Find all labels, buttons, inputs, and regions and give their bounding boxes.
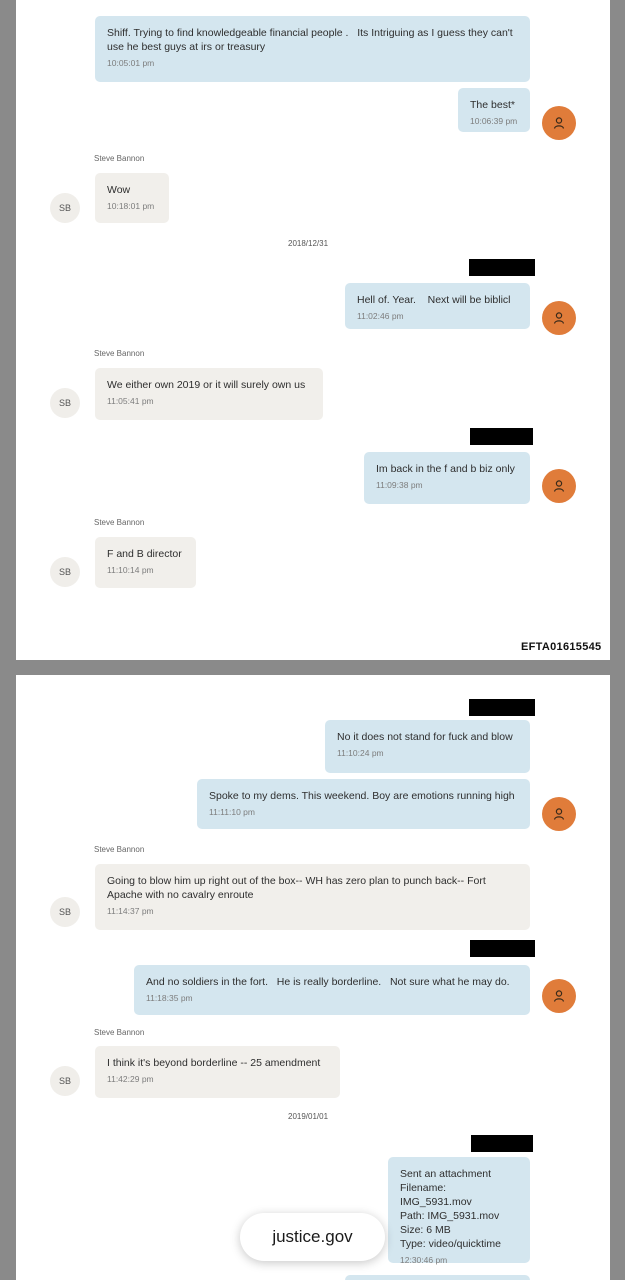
message-time: 11:09:38 pm: [376, 480, 423, 490]
avatar: SB: [50, 897, 80, 927]
document-page-2: No it does not stand for fuck and blow 1…: [16, 675, 610, 1280]
avatar: SB: [50, 557, 80, 587]
message-bubble-outgoing: Hell of. Year. Next will be biblicl 11:0…: [345, 283, 530, 329]
redaction-bar: [469, 259, 535, 276]
message-bubble-outgoing: Spoke to my dems. This weekend. Boy are …: [197, 779, 530, 829]
date-divider: 2018/12/31: [288, 239, 329, 248]
attachment-type: Type: video/quicktime: [400, 1238, 501, 1250]
avatar: [542, 301, 576, 335]
redaction-bar: [470, 428, 533, 445]
message-time: 10:18:01 pm: [107, 201, 155, 211]
attachment-size: Size: 6 MB: [400, 1224, 451, 1236]
sender-name: Steve Bannon: [94, 1028, 145, 1037]
redaction-bar: [470, 940, 535, 957]
person-icon: [553, 312, 565, 324]
sender-name: Steve Bannon: [94, 154, 145, 163]
avatar: [542, 469, 576, 503]
message-text: And no soldiers in the fort. He is reall…: [146, 976, 510, 988]
message-text: Spoke to my dems. This weekend. Boy are …: [209, 790, 515, 802]
avatar: [542, 979, 576, 1013]
message-time: 11:18:35 pm: [146, 993, 193, 1003]
message-bubble-incoming: F and B director 11:10:14 pm: [95, 537, 196, 588]
sender-name: Steve Bannon: [94, 349, 145, 358]
message-bubble-incoming: Wow 10:18:01 pm: [95, 173, 169, 223]
message-text: The best*: [470, 99, 515, 111]
message-text: Hell of. Year. Next will be biblicl: [357, 294, 511, 306]
message-text: I think it's beyond borderline -- 25 ame…: [107, 1057, 321, 1069]
redaction-bar: [469, 699, 535, 716]
attachment-bubble: Sent an attachment Filename: IMG_5931.mo…: [388, 1157, 530, 1265]
site-url-pill[interactable]: justice.gov: [240, 1213, 385, 1261]
message-time: 11:11:10 pm: [209, 807, 255, 817]
message-bubble-outgoing: The best* 10:06:39 pm: [458, 88, 530, 132]
message-text: We either own 2019 or it will surely own…: [107, 379, 306, 391]
message-bubble-outgoing: Im back in the f and b biz only 11:09:38…: [364, 452, 530, 504]
message-text: Shiff. Trying to find knowledgeable fina…: [107, 27, 516, 53]
message-bubble-outgoing: And no soldiers in the fort. He is reall…: [134, 965, 530, 1015]
message-bubble-outgoing: No it does not stand for fuck and blow 1…: [325, 720, 530, 773]
message-bubble-incoming: I think it's beyond borderline -- 25 ame…: [95, 1046, 340, 1098]
message-time: 11:05:41 pm: [107, 396, 154, 406]
message-bubble-incoming: We either own 2019 or it will surely own…: [95, 368, 323, 420]
message-time: 11:02:46 pm: [357, 311, 404, 321]
person-icon: [553, 990, 565, 1002]
message-text: F and B director: [107, 548, 182, 560]
document-page-1: Shiff. Trying to find knowledgeable fina…: [16, 0, 610, 660]
attachment-filename: Filename: IMG_5931.mov: [400, 1182, 472, 1208]
person-icon: [553, 808, 565, 820]
avatar: SB: [50, 193, 80, 223]
avatar: SB: [50, 1066, 80, 1096]
message-text: Im back in the f and b biz only: [376, 463, 515, 475]
message-time: 10:05:01 pm: [107, 58, 155, 68]
avatar: SB: [50, 388, 80, 418]
attachment-title: Sent an attachment: [400, 1168, 492, 1180]
person-icon: [553, 480, 565, 492]
sender-name: Steve Bannon: [94, 518, 145, 527]
message-text: No it does not stand for fuck and blow: [337, 731, 513, 743]
message-bubble-outgoing: Shiff. Trying to find knowledgeable fina…: [95, 16, 530, 82]
document-id: EFTA01615545: [521, 641, 602, 653]
message-text: Going to blow him up right out of the bo…: [107, 875, 489, 901]
sender-name: Steve Bannon: [94, 845, 145, 854]
message-time: 11:10:24 pm: [337, 748, 384, 758]
message-text: Wow: [107, 184, 131, 196]
message-time: 12:30:46 pm: [400, 1255, 448, 1265]
message-bubble-partial: [345, 1275, 530, 1280]
person-icon: [553, 117, 565, 129]
message-time: 11:42:29 pm: [107, 1074, 154, 1084]
attachment-path: Path: IMG_5931.mov: [400, 1210, 500, 1222]
avatar: [542, 106, 576, 140]
message-bubble-incoming: Going to blow him up right out of the bo…: [95, 864, 530, 930]
message-time: 11:10:14 pm: [107, 565, 154, 575]
redaction-bar: [471, 1135, 533, 1152]
message-time: 11:14:37 pm: [107, 906, 154, 916]
date-divider: 2019/01/01: [288, 1112, 329, 1121]
message-time: 10:06:39 pm: [470, 116, 518, 126]
avatar: [542, 797, 576, 831]
